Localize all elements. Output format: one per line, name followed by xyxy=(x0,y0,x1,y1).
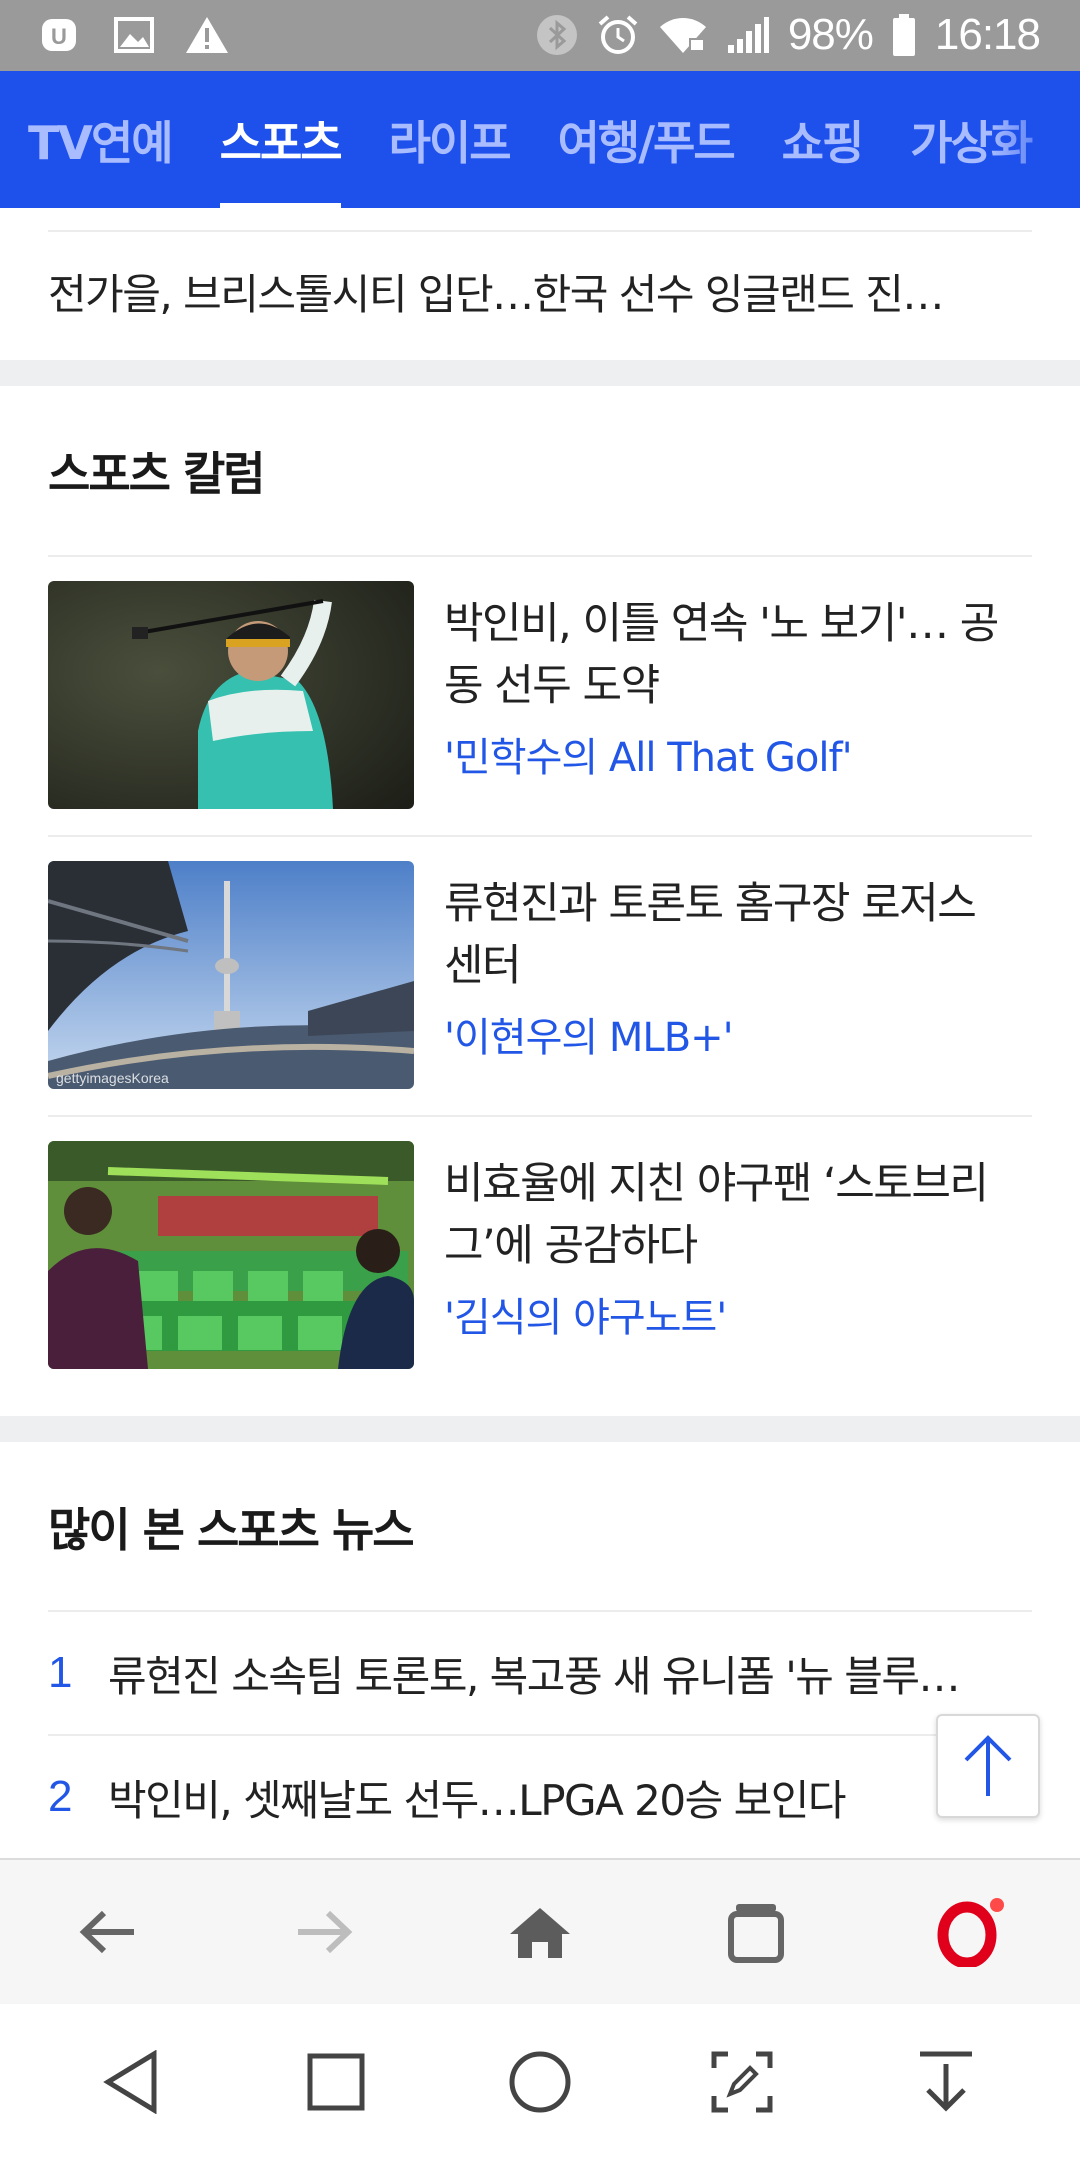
home-icon[interactable] xyxy=(490,1882,590,1982)
svg-text:U: U xyxy=(51,24,67,49)
forward-arrow-icon[interactable] xyxy=(274,1882,374,1982)
tab-sports[interactable]: 스포츠 xyxy=(219,71,343,208)
tab-shopping[interactable]: 쇼핑 xyxy=(782,71,865,208)
section-divider xyxy=(0,360,1080,386)
clock: 16:18 xyxy=(934,10,1041,59)
browser-toolbar xyxy=(0,1858,1080,2004)
section-divider xyxy=(0,1416,1080,1442)
warning-icon xyxy=(184,15,230,55)
tabs-icon[interactable] xyxy=(706,1882,806,1982)
image-icon xyxy=(114,16,154,54)
bluetooth-icon xyxy=(536,14,578,56)
arrow-up-icon xyxy=(964,1735,1012,1796)
ranked-news-title[interactable]: 류현진 소속팀 토론토, 복고풍 새 유니폼 '뉴 블루… xyxy=(108,1643,1032,1704)
wifi-icon xyxy=(658,15,708,55)
column-thumbnail-baseball-drama[interactable] xyxy=(48,1141,414,1369)
column-item[interactable]: gettyimagesKorea 류현진과 토론토 홈구장 로저스센터 '이현우… xyxy=(48,835,1032,1115)
back-triangle-icon[interactable] xyxy=(82,2032,182,2132)
scroll-to-top-button[interactable] xyxy=(936,1714,1040,1818)
home-circle-icon[interactable] xyxy=(490,2032,590,2132)
column-author[interactable]: '민학수의 All That Golf' xyxy=(444,725,853,783)
column-thumbnail-stadium[interactable]: gettyimagesKorea xyxy=(48,861,414,1089)
back-arrow-icon[interactable] xyxy=(58,1882,158,1982)
column-title[interactable]: 비효율에 지친 야구팬 ‘스토브리그’에 공감하다 xyxy=(444,1153,1004,1277)
column-title[interactable]: 류현진과 토론토 홈구장 로저스센터 xyxy=(444,873,1004,997)
battery-percent: 98% xyxy=(787,10,874,59)
system-navigation-bar xyxy=(0,2004,1080,2160)
column-item[interactable]: 박인비, 이틀 연속 '노 보기'… 공동 선두 도약 '민학수의 All Th… xyxy=(48,555,1032,835)
thumbnail-watermark: gettyimagesKorea xyxy=(56,1070,169,1086)
ranked-news-item[interactable]: 2 박인비, 셋째날도 선두…LPGA 20승 보인다 xyxy=(48,1734,1032,1858)
status-bar: U 98% 16:18 xyxy=(0,0,1080,71)
rank-number: 1 xyxy=(48,1648,73,1697)
rank-number: 2 xyxy=(48,1772,73,1821)
nav-fade xyxy=(990,71,1080,208)
notification-app-icon: U xyxy=(40,15,84,55)
screenshot-edit-icon[interactable] xyxy=(692,2032,792,2132)
tab-life[interactable]: 라이프 xyxy=(389,71,512,208)
battery-icon xyxy=(891,13,917,57)
recents-square-icon[interactable] xyxy=(286,2032,386,2132)
column-title[interactable]: 박인비, 이틀 연속 '노 보기'… 공동 선두 도약 xyxy=(444,593,1004,717)
column-author[interactable]: '김식의 야구노트' xyxy=(444,1285,727,1343)
opera-menu-icon[interactable] xyxy=(922,1882,1022,1982)
tab-travel-food[interactable]: 여행/푸드 xyxy=(558,71,736,208)
signal-icon xyxy=(726,15,770,55)
notification-pull-icon[interactable] xyxy=(896,2032,996,2132)
tab-tv-entertainment[interactable]: TV연예 xyxy=(28,71,174,208)
alarm-icon xyxy=(596,13,640,57)
section-title-columns: 스포츠 칼럼 xyxy=(48,447,266,501)
ranked-news-title[interactable]: 박인비, 셋째날도 선두…LPGA 20승 보인다 xyxy=(108,1767,1032,1828)
section-title-most-viewed: 많이 본 스포츠 뉴스 xyxy=(48,1503,415,1557)
ranked-news-item[interactable]: 1 류현진 소속팀 토론토, 복고풍 새 유니폼 '뉴 블루… xyxy=(48,1610,1032,1734)
category-nav: TV연예 스포츠 라이프 여행/푸드 쇼핑 가상화 xyxy=(0,71,1080,208)
column-thumbnail-golf[interactable] xyxy=(48,581,414,809)
column-item[interactable]: 비효율에 지친 야구팬 ‘스토브리그’에 공감하다 '김식의 야구노트' xyxy=(48,1115,1032,1395)
headline-link[interactable]: 전가을, 브리스톨시티 입단…한국 선수 잉글랜드 진… xyxy=(48,230,1032,350)
column-author[interactable]: '이현우의 MLB+' xyxy=(444,1005,734,1063)
